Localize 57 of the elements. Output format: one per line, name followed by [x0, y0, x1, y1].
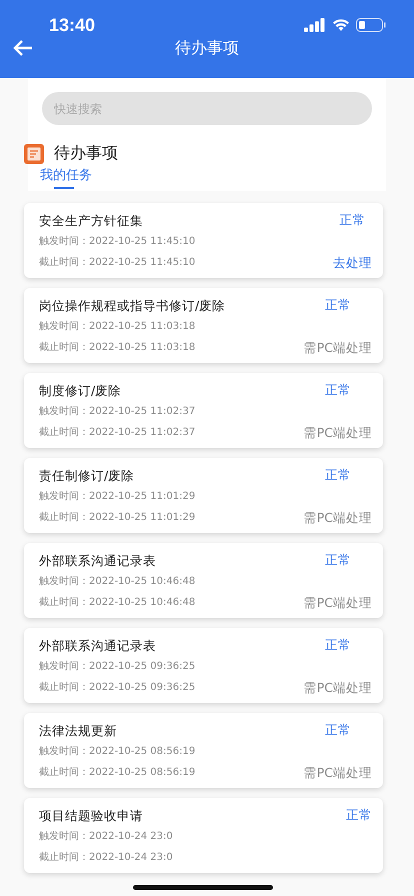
task-title: 安全生产方针征集: [39, 212, 143, 230]
page-title: 待办事项: [175, 38, 239, 58]
task-card[interactable]: 项目结题验收申请 正常 触发时间：2022-10-24 23:0 截止时间：2022-10-24 23:0: [24, 798, 383, 873]
trigger-time: 触发时间：2022-10-25 10:46:48: [39, 574, 196, 589]
deadline-time: 截止时间：2022-10-25 11:45:10: [39, 256, 196, 270]
task-title: 外部联系沟通记录表: [39, 637, 156, 655]
trigger-time: 触发时间：2022-10-25 08:56:19: [39, 744, 196, 759]
back-icon[interactable]: [13, 39, 33, 57]
search-field[interactable]: 快速搜索: [42, 92, 372, 125]
status-time: 13:40: [49, 14, 96, 36]
deadline-time: 截止时间：2022-10-25 10:46:48: [39, 596, 196, 610]
task-status: 正常: [340, 211, 366, 229]
task-card[interactable]: 外部联系沟通记录表 正常 需PC端处理 触发时间：2022-10-25 10:46:48 截止时间：2022-10-25 10:46:48: [24, 543, 383, 618]
trigger-time: 触发时间：2022-10-24 23:0: [39, 830, 173, 844]
task-title: 外部联系沟通记录表: [39, 552, 156, 570]
process-link[interactable]: 去处理: [333, 253, 372, 273]
task-status: 正常: [324, 466, 351, 484]
task-title: 责任制修订/废除: [39, 467, 134, 485]
task-status: 正常: [324, 721, 351, 739]
trigger-time: 触发时间：2022-10-25 11:03:18: [39, 320, 196, 334]
deadline-time: 截止时间：2022-10-25 11:03:18: [39, 340, 196, 355]
deadline-time: 截止时间：2022-10-25 11:01:29: [39, 510, 196, 525]
trigger-time: 触发时间：2022-10-25 09:36:25: [39, 660, 196, 674]
pc-only-note: 需PC端处理: [304, 593, 372, 613]
task-status: 正常: [346, 806, 372, 824]
pc-only-note: 需PC端处理: [304, 338, 372, 358]
trigger-time: 触发时间：2022-10-25 11:45:10: [39, 234, 196, 249]
task-status: 正常: [324, 636, 351, 654]
task-card[interactable]: 法律法规更新 正常 需PC端处理 触发时间：2022-10-25 08:56:19 截止时间：2022-10-25 08:56:19: [24, 713, 383, 788]
task-status: 正常: [324, 551, 351, 569]
section-title: 待办事项: [54, 143, 118, 164]
task-card[interactable]: 责任制修订/废除 正常 需PC端处理 触发时间：2022-10-25 11:01:29 截止时间：2022-10-25 11:01:29: [24, 458, 383, 533]
trigger-time: 触发时间：2022-10-25 11:01:29: [39, 490, 196, 504]
task-title: 岗位操作规程或指导书修订/废除: [39, 297, 226, 315]
trigger-time: 触发时间：2022-10-25 11:02:37: [39, 404, 196, 419]
task-title: 制度修订/废除: [39, 382, 122, 400]
deadline-time: 截止时间：2022-10-25 09:36:25: [39, 680, 196, 695]
pc-only-note: 需PC端处理: [304, 763, 372, 783]
task-card[interactable]: 安全生产方针征集 正常 去处理 触发时间：2022-10-25 11:45:10 截止时间：2022-10-25 11:45:10: [24, 203, 383, 278]
deadline-time: 截止时间：2022-10-25 11:02:37: [39, 426, 196, 440]
task-title: 项目结题验收申请: [39, 807, 143, 825]
deadline-time: 截止时间：2022-10-25 08:56:19: [39, 766, 196, 780]
wifi-icon: [332, 18, 350, 32]
battery-icon: [356, 18, 386, 32]
task-card[interactable]: 岗位操作规程或指导书修订/废除 正常 需PC端处理 触发时间：2022-10-25 11:03:18 截止时间：2022-10-25 11:03:18: [24, 288, 383, 363]
tab[interactable]: 我的任务: [40, 166, 92, 191]
task-status: 正常: [324, 296, 351, 314]
deadline-time: 截止时间：2022-10-24 23:0: [39, 850, 173, 865]
task-card[interactable]: 外部联系沟通记录表 正常 需PC端处理 触发时间：2022-10-25 09:36:25 截止时间：2022-10-25 09:36:25: [24, 628, 383, 703]
pc-only-note: 需PC端处理: [304, 678, 372, 698]
pc-only-note: 需PC端处理: [304, 508, 372, 528]
document-icon: [24, 144, 44, 164]
pc-only-note: 需PC端处理: [304, 423, 372, 443]
task-title: 法律法规更新: [39, 722, 117, 740]
signal-icon: [304, 18, 326, 32]
task-card[interactable]: 制度修订/废除 正常 需PC端处理 触发时间：2022-10-25 11:02:37 截止时间：2022-10-25 11:02:37: [24, 373, 383, 448]
task-status: 正常: [324, 381, 351, 399]
